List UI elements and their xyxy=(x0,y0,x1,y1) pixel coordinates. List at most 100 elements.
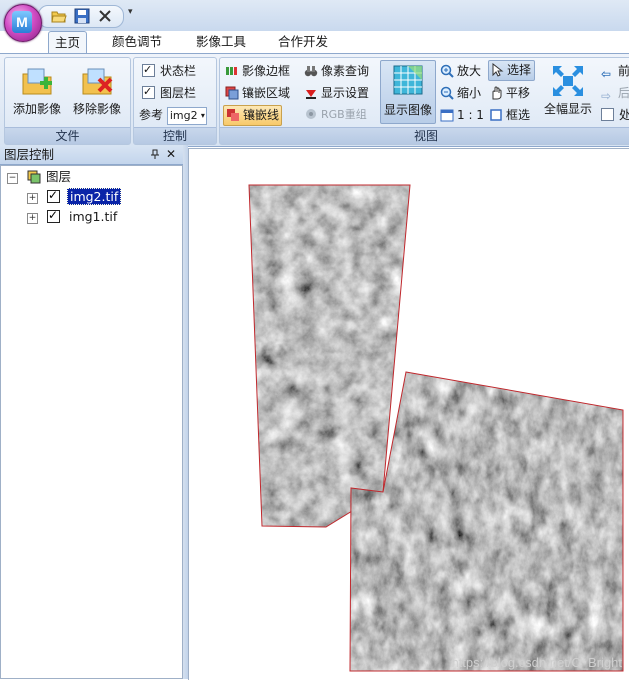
pan-tool-label: 平移 xyxy=(506,86,531,100)
zoom-out-button[interactable]: 缩小 xyxy=(440,83,481,103)
mosaic-area-button[interactable]: 镶嵌区域 xyxy=(225,83,290,103)
add-image-button[interactable]: 添加影像 xyxy=(7,62,67,122)
tree-root-label: 图层 xyxy=(45,169,71,184)
group-control: 状态栏 图层栏 参考 img2 ▾ 控制 xyxy=(133,57,217,145)
remove-image-label: 移除影像 xyxy=(72,102,121,116)
zoom-in-label: 放大 xyxy=(457,64,482,78)
expand-icon[interactable]: + xyxy=(27,213,38,224)
pixel-query-label: 像素查询 xyxy=(321,64,370,78)
layer-name[interactable]: img1.tif xyxy=(67,209,119,224)
add-image-icon xyxy=(22,68,52,95)
arrow-right-icon: ⇨ xyxy=(601,89,612,103)
layer-panel-title: 图层控制 xyxy=(4,147,55,162)
forward-label: 前 xyxy=(618,64,629,78)
layer-bar-checkbox[interactable] xyxy=(142,82,155,102)
map-svg xyxy=(248,184,624,672)
full-extent-label: 全幅显示 xyxy=(543,102,592,116)
layer-tree: − 图层 + img2.tif + img1.tif xyxy=(0,165,183,679)
status-bar-label: 状态栏 xyxy=(160,64,197,78)
layer-item[interactable]: + img2.tif xyxy=(27,186,122,206)
seamline-label: 镶嵌线 xyxy=(243,108,280,122)
open-folder-icon[interactable] xyxy=(51,8,67,24)
pixel-query-button[interactable]: 像素查询 xyxy=(304,61,369,81)
tab-cooperation[interactable]: 合作开发 xyxy=(272,31,334,52)
zoom-in-icon xyxy=(440,64,454,78)
status-bar-toggle[interactable]: 状态栏 xyxy=(142,60,197,81)
chevron-down-icon: ▾ xyxy=(200,110,205,120)
tab-color-adjust[interactable]: 颜色调节 xyxy=(106,31,168,52)
layer-visibility-checkbox[interactable] xyxy=(46,186,60,204)
app-menu-button[interactable]: M xyxy=(4,4,42,42)
collapse-icon[interactable]: − xyxy=(7,173,18,184)
pin-glyph-icon xyxy=(151,149,159,159)
zoom-out-label: 缩小 xyxy=(457,86,482,100)
select-tool-label: 选择 xyxy=(507,63,532,77)
process-label: 处 xyxy=(619,108,629,122)
layer-bar-label: 图层栏 xyxy=(160,86,197,100)
seamline-icon xyxy=(227,109,239,121)
mosaic-area-label: 镶嵌区域 xyxy=(242,86,291,100)
seamline-button[interactable]: 镶嵌线 xyxy=(223,105,283,126)
image-border-label: 影像边框 xyxy=(242,64,291,78)
pin-icon[interactable] xyxy=(150,145,160,164)
hand-pan-icon xyxy=(492,86,502,100)
back-button[interactable]: ⇨ 后 xyxy=(601,83,629,103)
layer-visibility-checkbox[interactable] xyxy=(46,206,60,224)
ribbon-tabs: 主页 颜色调节 影像工具 合作开发 xyxy=(44,31,629,54)
rgb-recombine-button[interactable]: RGB重组 xyxy=(304,105,367,125)
group-control-label: 控制 xyxy=(134,127,216,144)
mosaic-area-icon xyxy=(225,86,239,100)
tab-image-tools[interactable]: 影像工具 xyxy=(190,31,252,52)
rgb-recombine-icon xyxy=(306,109,316,119)
display-settings-label: 显示设置 xyxy=(321,86,370,100)
arrow-left-icon: ⇦ xyxy=(601,67,612,81)
group-view-label: 视图 xyxy=(220,127,629,144)
select-tool-button[interactable]: 选择 xyxy=(488,60,536,81)
reference-select[interactable]: img2 ▾ xyxy=(166,106,207,125)
back-label: 后 xyxy=(618,86,629,100)
zoom-in-button[interactable]: 放大 xyxy=(440,61,481,81)
full-extent-button[interactable]: 全幅显示 xyxy=(541,62,595,122)
tab-image-tools-label: 影像工具 xyxy=(196,34,247,49)
show-image-label: 显示图像 xyxy=(383,103,432,117)
box-select-icon xyxy=(490,109,502,121)
status-bar-checkbox[interactable] xyxy=(142,60,155,80)
map-canvas[interactable]: https://blog.csdn.net/C_Bright xyxy=(188,148,629,680)
grid-image-icon xyxy=(393,65,423,95)
reference-row: 参考 img2 ▾ xyxy=(139,105,207,125)
forward-button[interactable]: ⇦ 前 xyxy=(601,61,629,81)
image-border-button[interactable]: 影像边框 xyxy=(225,61,290,81)
process-checkbox[interactable] xyxy=(601,108,614,121)
image-border-icon xyxy=(226,67,237,75)
reference-select-value: img2 xyxy=(169,108,198,122)
app-logo-icon: M xyxy=(12,11,32,33)
full-extent-icon xyxy=(553,66,583,96)
group-file: 添加影像 移除影像 文件 xyxy=(4,57,131,145)
tab-home[interactable]: 主页 xyxy=(48,31,88,54)
tree-root[interactable]: − 图层 xyxy=(7,168,71,186)
layer-item[interactable]: + img1.tif xyxy=(27,206,119,226)
process-toggle[interactable]: 处 xyxy=(601,105,629,125)
layer-bar-toggle[interactable]: 图层栏 xyxy=(142,82,197,103)
group-file-label: 文件 xyxy=(5,127,130,144)
panel-close-icon[interactable]: ✕ xyxy=(166,145,176,164)
rgb-recombine-label: RGB重组 xyxy=(321,108,367,121)
close-icon[interactable] xyxy=(97,8,113,24)
quick-access-toolbar xyxy=(38,5,124,28)
qat-customize-dropdown-icon[interactable]: ▾ xyxy=(128,7,133,17)
pan-tool-button[interactable]: 平移 xyxy=(489,83,530,103)
remove-image-icon xyxy=(82,68,113,95)
tab-color-adjust-label: 颜色调节 xyxy=(112,34,163,49)
display-settings-button[interactable]: 显示设置 xyxy=(304,83,369,103)
title-bar: M ▾ xyxy=(0,0,629,42)
show-image-button[interactable]: 显示图像 xyxy=(380,60,436,124)
save-icon[interactable] xyxy=(74,8,90,24)
box-select-button[interactable]: 框选 xyxy=(489,105,530,125)
actual-size-label: 1 : 1 xyxy=(457,108,484,122)
zoom-out-icon xyxy=(440,86,454,100)
remove-image-button[interactable]: 移除影像 xyxy=(67,62,127,122)
add-image-label: 添加影像 xyxy=(12,102,61,116)
layer-name[interactable]: img2.tif xyxy=(66,188,122,205)
actual-size-button[interactable]: 1 : 1 xyxy=(440,105,484,125)
expand-icon[interactable]: + xyxy=(27,193,38,204)
